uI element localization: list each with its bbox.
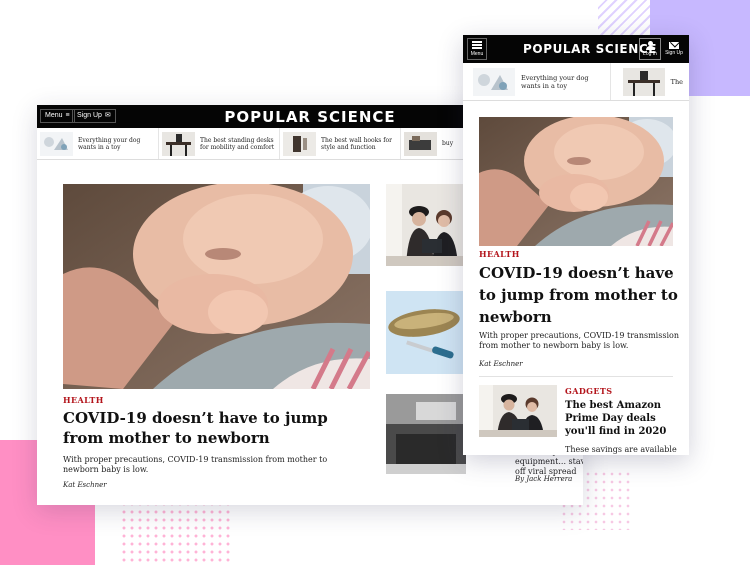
ticker-item[interactable]: The best wall hooks for style and functi… [279, 128, 400, 159]
ticker-item[interactable]: Everything your dog wants in a toy [463, 63, 610, 100]
ticker-item[interactable]: The [609, 63, 689, 100]
card-image[interactable] [479, 385, 557, 437]
ticker-text: Everything your dog wants in a toy [521, 73, 589, 90]
login-button[interactable]: Log In [639, 38, 661, 60]
ticker-item[interactable]: The best standing desks for mobility and… [158, 128, 279, 159]
lead-byline[interactable]: Kat Eschner [479, 360, 523, 368]
mobile-header: Menu POPULAR SCIENCE Log In Sign Up [463, 35, 689, 63]
ticker-thumbnail [404, 131, 437, 156]
lead-category[interactable]: HEALTH [479, 249, 520, 259]
site-logo[interactable]: POPULAR SCIENCE [523, 42, 657, 56]
ticker-thumbnail [162, 131, 195, 156]
ticker-thumbnail [473, 67, 515, 96]
lead-category[interactable]: HEALTH [63, 395, 104, 405]
ticker-thumbnail [283, 131, 316, 156]
side-story-image[interactable] [386, 394, 466, 474]
mobile-window: Menu POPULAR SCIENCE Log In Sign Up Ever… [463, 35, 689, 455]
side-story-image[interactable] [386, 184, 466, 266]
login-label: Log In [643, 51, 657, 57]
lead-dek: With proper precautions, COVID-19 transm… [63, 455, 328, 474]
lead-dek: With proper precautions, COVID-19 transm… [479, 331, 679, 350]
card-category[interactable]: GADGETS [565, 386, 612, 396]
lead-headline[interactable]: COVID-19 doesn’t have to jump from mothe… [479, 262, 679, 328]
divider [479, 376, 673, 377]
ticker-text: Everything your dog wants in a toy [78, 136, 141, 151]
lead-byline[interactable]: Kat Eschner [63, 481, 107, 489]
card-title[interactable]: The best Amazon Prime Day deals you'll f… [565, 399, 681, 438]
signup-label: Sign Up [665, 50, 683, 56]
menu-label: Menu [470, 51, 484, 57]
ticker-item[interactable]: Everything your dog wants in a toy [37, 128, 158, 159]
side-story-image[interactable] [386, 291, 466, 374]
side-story-byline[interactable]: By Jack Herrera [515, 475, 572, 483]
ticker-thumbnail [622, 67, 665, 96]
ticker-thumbnail [40, 131, 73, 156]
ticker-text: buy [442, 140, 454, 147]
mail-icon [669, 42, 679, 49]
decor-dots [120, 500, 230, 565]
user-icon [645, 41, 655, 50]
lead-image[interactable] [63, 184, 370, 389]
lead-image[interactable] [479, 117, 673, 246]
ticker-text: The [670, 77, 684, 86]
ticker-text: The best wall hooks for style and functi… [321, 136, 392, 151]
lead-headline[interactable]: COVID-19 doesn’t have to jump from mothe… [63, 408, 363, 448]
signup-button[interactable]: Sign Up [663, 38, 685, 60]
ticker-text: The best standing desks for mobility and… [200, 136, 275, 151]
hamburger-icon [472, 41, 482, 49]
trending-ticker: Everything your dog wants in a toy The [463, 63, 689, 101]
mobile-menu-button[interactable]: Menu [467, 38, 487, 60]
card-dek: These savings are available [565, 445, 677, 454]
